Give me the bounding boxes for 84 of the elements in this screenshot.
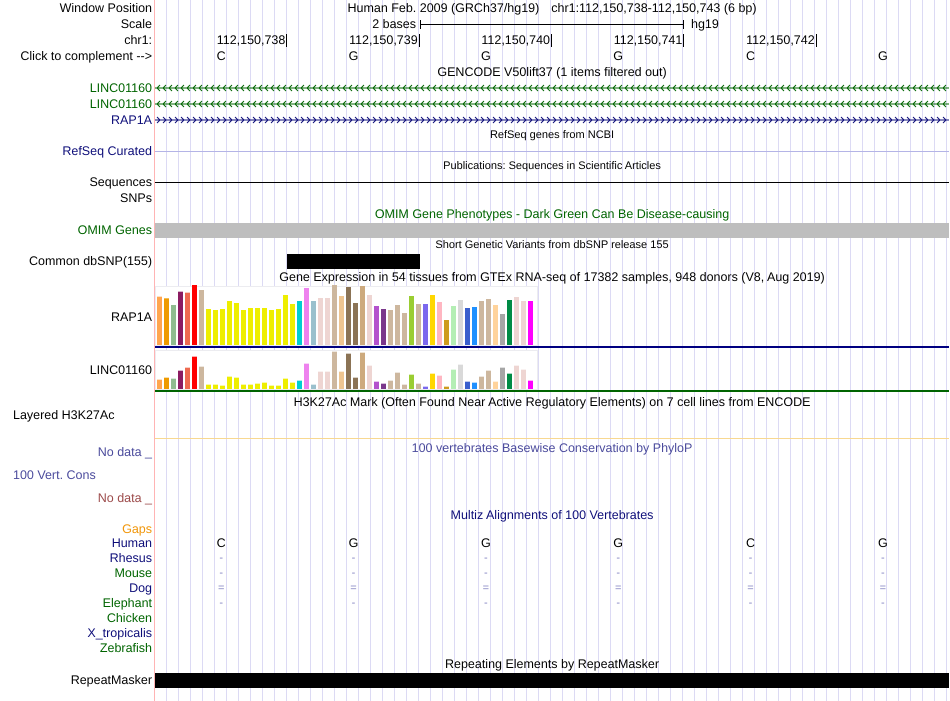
track-title: 100 vertebrates Basewise Conservation by PhyloP [412,442,692,454]
track-title: Multiz Alignments of 100 Vertebrates [450,508,654,522]
base-letter[interactable]: C [746,50,755,62]
alignment-mark: - [352,553,356,564]
alignment-mark: - [748,568,752,579]
track-title: Short Genetic Variants from dbSNP release 155 [435,240,669,251]
complement-link[interactable]: Click to complement --> [20,50,152,62]
track-label[interactable]: LINC01160 [90,364,152,377]
alignment-mark: - [219,598,223,609]
base-letter: G [878,537,888,550]
track-title: Gene Expression in 54 tissues from GTEx RNA-seq of 17382 samples, 948 donors (V8, Aug 2019) [279,270,825,284]
assembly-title: Human Feb. 2009 (GRCh37/hg19) [347,2,540,14]
position-text: chr1:112,150,738-112,150,743 (6 bp) [551,2,757,14]
species-label[interactable]: Mouse [114,567,152,580]
position-label: 112,150,739 [349,34,420,46]
alignment-mark: - [219,568,223,579]
track-label[interactable]: Sequences [89,176,152,188]
track-label[interactable]: SNPs [120,192,152,204]
alignment-mark: - [880,568,885,579]
track-title: Publications: Sequences in Scientific Articles [443,161,661,172]
alignment-mark: - [352,568,356,579]
position-label: 112,150,741 [614,34,684,46]
track-label[interactable]: OMIM Genes [78,224,152,236]
track-title: OMIM Gene Phenotypes - Dark Green Can Be Disease-causing [374,208,730,220]
alignment-mark: - [880,553,885,564]
track-label[interactable]: Common dbSNP(155) [29,254,152,268]
alignment-mark: - [484,553,488,564]
alignment-mark: = [614,583,622,594]
position-label: 112,150,738 [216,34,288,46]
position-label: 112,150,742 [746,34,817,46]
track-title: RefSeq genes from NCBI [490,130,614,141]
base-letter: G [348,537,358,550]
track-title: GENCODE V50lift37 (1 items filtered out) [437,66,667,78]
track-label[interactable]: No data _ [0,488,152,508]
base-letter: C [746,537,755,550]
alignment-mark: - [880,598,885,609]
alignment-mark: - [352,598,356,609]
species-label[interactable]: Rhesus [110,552,152,565]
alignment-mark: - [484,568,488,579]
base-letter: G [613,537,624,550]
alignment-mark: = [880,583,886,594]
track-label[interactable]: 100 Vert. Cons [0,462,152,488]
base-letter[interactable]: G [348,50,358,62]
track-label[interactable]: LINC01160 [90,98,152,110]
alignment-mark: - [616,553,620,564]
base-letter[interactable]: G [878,50,888,62]
scale-text: 2 bases [372,18,417,30]
alignment-mark: - [484,598,488,609]
track-label[interactable]: RefSeq Curated [62,144,152,158]
alignment-mark: - [748,598,752,609]
base-letter: G [480,537,491,550]
species-label[interactable]: Human [112,537,152,550]
base-letter[interactable]: C [216,50,226,62]
assembly-label: hg19 [690,18,719,30]
base-letter[interactable]: G [613,50,624,62]
track-label[interactable]: RAP1A [111,310,152,324]
track-label: Window Position [60,2,152,14]
feature-bar[interactable] [155,672,949,688]
alignment-mark: - [748,553,752,564]
base-letter: C [216,537,226,550]
position-label: 112,150,740 [481,34,552,46]
alignment-mark: = [482,583,490,594]
track-title: Repeating Elements by RepeatMasker [444,658,659,670]
species-label[interactable]: Dog [129,582,152,595]
track-label[interactable]: LINC01160 [90,82,152,94]
track-label[interactable]: No data _ [0,442,152,462]
alignment-mark: - [616,568,620,579]
track-label[interactable]: RAP1A [111,114,152,126]
species-label[interactable]: Chicken [106,612,152,625]
alignment-mark: - [616,598,620,609]
species-label[interactable]: X_tropicalis [87,627,152,640]
alignment-mark: = [218,583,224,594]
base-letter[interactable]: G [480,50,491,62]
alignment-mark: = [747,583,754,594]
species-label[interactable]: Zebrafish [100,642,152,655]
track-label[interactable]: RepeatMasker [70,674,152,686]
track-title: H3K27Ac Mark (Often Found Near Active Regulatory Elements) on 7 cell lines from ENCODE [294,396,810,408]
species-label[interactable]: Elephant [102,597,152,610]
alignment-mark: = [350,583,357,594]
track-label[interactable]: Layered H3K27Ac [13,409,114,422]
track-label: Scale [120,18,152,30]
track-label: chr1: [124,34,152,46]
alignment-mark: - [219,553,223,564]
variant-bar[interactable] [287,254,420,268]
